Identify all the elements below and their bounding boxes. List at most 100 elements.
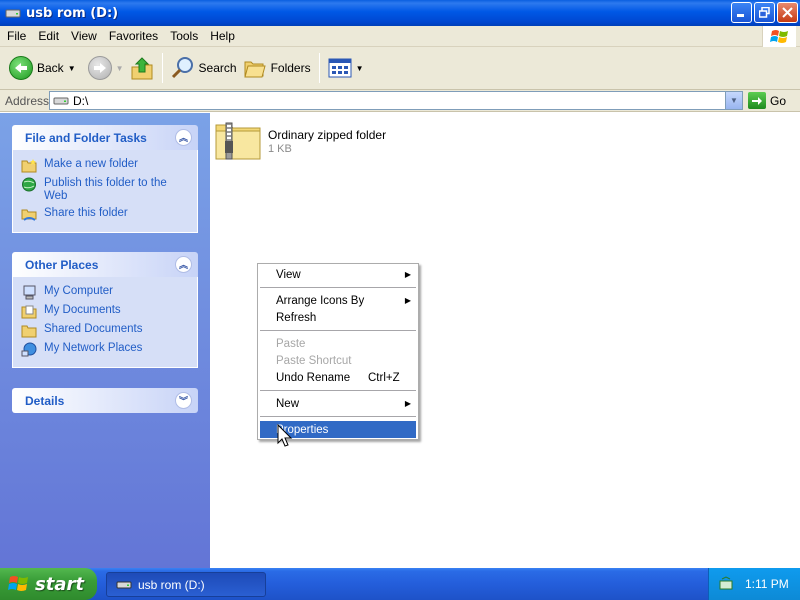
menu-separator (260, 416, 416, 417)
expand-chevron-icon[interactable]: ︾ (175, 392, 192, 409)
menu-favorites[interactable]: Favorites (104, 29, 163, 43)
place-label: My Documents (44, 304, 121, 316)
address-value: D:\ (73, 93, 89, 108)
share-folder-icon (21, 209, 37, 221)
folders-icon (243, 61, 266, 78)
forward-arrow-icon (87, 56, 112, 80)
place-my-documents[interactable]: My Documents (21, 302, 191, 321)
back-label: Back (37, 61, 64, 75)
back-dropdown-icon[interactable]: ▼ (68, 64, 76, 73)
restore-button[interactable] (754, 2, 775, 23)
clock[interactable]: 1:11 PM (745, 577, 789, 591)
place-my-network-places[interactable]: My Network Places (21, 340, 191, 359)
place-my-computer[interactable]: My Computer (21, 283, 191, 302)
task-publish-folder[interactable]: Publish this folder to the Web (21, 175, 191, 205)
go-label: Go (770, 93, 787, 108)
shared-folder-icon (21, 325, 37, 338)
menu-help[interactable]: Help (205, 29, 240, 43)
place-label: My Computer (44, 285, 114, 297)
task-share-folder[interactable]: Share this folder (21, 205, 191, 224)
forward-dropdown-icon[interactable]: ▼ (116, 64, 124, 73)
mouse-cursor-icon (277, 424, 293, 447)
task-label: Publish this folder to the Web (44, 177, 167, 202)
taskbar-window-label: usb rom (D:) (138, 577, 205, 592)
taskbar: start usb rom (D:) 1:11 PM (0, 568, 800, 600)
address-label: Address (5, 93, 50, 108)
file-item[interactable]: Ordinary zipped folder 1 KB (214, 119, 386, 161)
address-dropdown-icon[interactable]: ▼ (725, 92, 742, 109)
menu-item-shortcut: Ctrl+Z (368, 371, 400, 384)
menu-item-paste-shortcut: Paste Shortcut (260, 352, 416, 369)
search-button[interactable]: Search (168, 51, 240, 85)
start-label: start (35, 573, 84, 595)
collapse-chevron-icon[interactable]: ︽ (175, 256, 192, 273)
menu-file[interactable]: File (2, 29, 31, 43)
forward-button[interactable]: ▼ (85, 51, 127, 85)
minimize-button[interactable] (731, 2, 752, 23)
place-shared-documents[interactable]: Shared Documents (21, 321, 191, 340)
close-button[interactable] (777, 2, 798, 23)
system-tray: 1:11 PM (708, 568, 800, 600)
views-button[interactable]: ▼ (325, 51, 367, 85)
context-menu: View ▶ Arrange Icons By ▶ Refresh Paste … (257, 263, 419, 440)
up-folder-button[interactable] (127, 51, 157, 85)
task-label: Make a new folder (44, 158, 138, 170)
menu-edit[interactable]: Edit (33, 29, 64, 43)
network-icon (21, 342, 37, 357)
documents-icon (21, 305, 37, 319)
panel-header[interactable]: Details ︾ (12, 388, 198, 413)
windows-flag-icon (8, 576, 28, 591)
file-name: Ordinary zipped folder (268, 128, 387, 142)
menu-tools[interactable]: Tools (165, 29, 203, 43)
windows-logo-icon (762, 26, 796, 47)
menu-item-arrange-icons[interactable]: Arrange Icons By ▶ (260, 292, 416, 309)
menu-item-label: View (276, 268, 301, 281)
menu-item-label: New (276, 397, 300, 410)
start-button[interactable]: start (0, 568, 97, 600)
window-title: usb rom (D:) (26, 5, 119, 21)
submenu-arrow-icon: ▶ (404, 270, 411, 279)
panel-title: Details (25, 393, 65, 408)
folders-button[interactable]: Folders (240, 51, 314, 85)
collapse-chevron-icon[interactable]: ︽ (175, 129, 192, 146)
menu-separator (260, 287, 416, 288)
views-icon (328, 58, 352, 78)
up-folder-icon (131, 57, 153, 80)
go-button[interactable]: Go (748, 92, 786, 109)
folders-label: Folders (270, 61, 311, 75)
menu-item-refresh[interactable]: Refresh (260, 309, 416, 326)
panel-header[interactable]: Other Places ︽ (12, 252, 198, 277)
back-button[interactable]: Back ▼ (6, 51, 79, 85)
tray-network-icon[interactable] (718, 576, 734, 592)
minimize-icon (737, 14, 744, 17)
menu-item-view[interactable]: View ▶ (260, 266, 416, 283)
search-icon (171, 57, 193, 79)
menu-separator (260, 330, 416, 331)
menu-item-label: Refresh (276, 311, 317, 324)
toolbar-separator (318, 53, 320, 83)
address-bar: Address D:\ ▼ Go (0, 90, 800, 112)
close-icon (782, 7, 793, 18)
zipped-folder-icon (215, 122, 261, 160)
panel-header[interactable]: File and Folder Tasks ︽ (12, 125, 198, 150)
title-bar[interactable]: usb rom (D:) (0, 0, 800, 26)
menu-item-label: Arrange Icons By (276, 294, 365, 307)
task-make-new-folder[interactable]: Make a new folder (21, 156, 191, 175)
globe-icon (22, 177, 36, 192)
menu-item-label: Paste (276, 337, 306, 350)
toolbar: Back ▼ ▼ Search Folders ▼ (0, 47, 800, 90)
address-field[interactable]: D:\ ▼ (49, 91, 743, 110)
menu-view[interactable]: View (66, 29, 102, 43)
drive-icon (5, 9, 21, 18)
menu-separator (260, 390, 416, 391)
new-folder-icon (21, 159, 37, 173)
back-arrow-icon (9, 56, 33, 80)
panel-title: File and Folder Tasks (25, 130, 147, 145)
taskbar-window-button[interactable]: usb rom (D:) (106, 572, 266, 597)
computer-icon (23, 285, 36, 300)
restore-icon (759, 7, 770, 18)
menu-item-undo-rename[interactable]: Undo Rename Ctrl+Z (260, 369, 416, 386)
views-dropdown-icon[interactable]: ▼ (356, 64, 364, 73)
task-label: Share this folder (44, 207, 128, 219)
menu-item-new[interactable]: New ▶ (260, 395, 416, 412)
